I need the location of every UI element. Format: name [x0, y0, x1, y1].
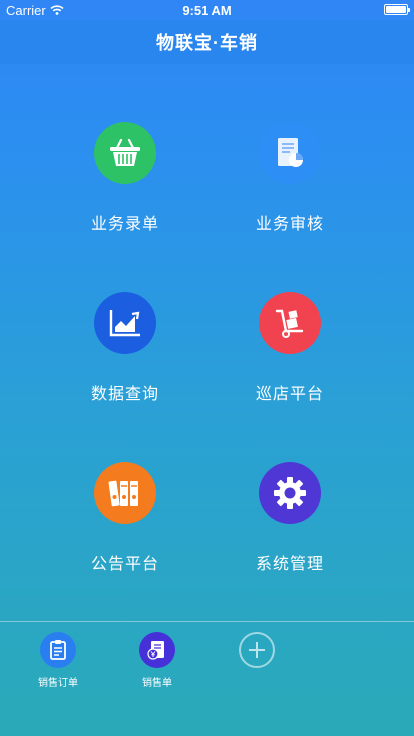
tab-label: 销售订单 — [38, 678, 78, 689]
basket-icon — [94, 122, 156, 184]
menu-label: 公告平台 — [90, 556, 159, 573]
add-shortcut-button[interactable] — [217, 632, 297, 668]
bottom-tabbar: 销售订单 销售单 — [0, 622, 414, 736]
hand-truck-icon — [259, 292, 321, 354]
menu-label: 业务审核 — [255, 216, 324, 233]
gear-icon — [259, 462, 321, 524]
document-chart-icon — [259, 122, 321, 184]
status-time: 9:51 AM — [182, 3, 232, 18]
menu-label: 系统管理 — [255, 556, 324, 573]
menu-item-business-review[interactable]: 业务审核 — [220, 122, 360, 242]
tab-sales-order[interactable]: 销售订单 — [18, 632, 98, 689]
page-title: 物联宝·车销 — [156, 33, 258, 53]
clipboard-icon — [40, 632, 76, 668]
menu-label: 数据查询 — [90, 386, 159, 403]
menu-item-announcements[interactable]: 公告平台 — [55, 462, 195, 582]
nav-bar: 物联宝·车销 — [0, 20, 414, 64]
menu-label: 巡店平台 — [255, 386, 324, 403]
status-bar: Carrier 9:51 AM — [0, 0, 414, 20]
menu-label: 业务录单 — [90, 216, 159, 233]
menu-item-data-query[interactable]: 数据查询 — [55, 292, 195, 412]
line-chart-icon — [94, 292, 156, 354]
menu-item-store-patrol[interactable]: 巡店平台 — [220, 292, 360, 412]
menu-item-system-settings[interactable]: 系统管理 — [220, 462, 360, 582]
plus-icon — [239, 632, 275, 668]
binders-icon — [94, 462, 156, 524]
battery-icon — [384, 4, 410, 15]
menu-item-business-entry[interactable]: 业务录单 — [55, 122, 195, 242]
yen-document-icon — [139, 632, 175, 668]
tab-label: 销售单 — [142, 678, 172, 689]
tab-sales-slip[interactable]: 销售单 — [117, 632, 197, 689]
